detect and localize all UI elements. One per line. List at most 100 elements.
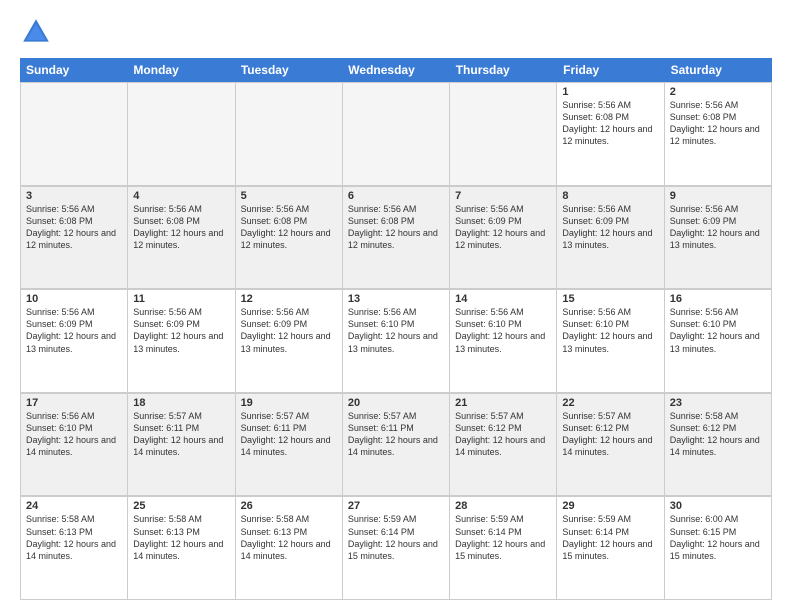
day-info: Sunrise: 5:56 AM Sunset: 6:10 PM Dayligh… [348,306,444,355]
calendar-cell: 7Sunrise: 5:56 AM Sunset: 6:09 PM Daylig… [450,187,557,290]
day-info: Sunrise: 5:56 AM Sunset: 6:08 PM Dayligh… [562,99,658,148]
day-info: Sunrise: 5:56 AM Sunset: 6:10 PM Dayligh… [670,306,766,355]
day-info: Sunrise: 5:57 AM Sunset: 6:11 PM Dayligh… [348,410,444,459]
day-number: 13 [348,293,444,305]
day-number: 28 [455,500,551,512]
day-info: Sunrise: 5:56 AM Sunset: 6:09 PM Dayligh… [670,203,766,252]
calendar-cell: 12Sunrise: 5:56 AM Sunset: 6:09 PM Dayli… [236,290,343,393]
day-number: 12 [241,293,337,305]
calendar-cell: 21Sunrise: 5:57 AM Sunset: 6:12 PM Dayli… [450,394,557,497]
day-info: Sunrise: 5:58 AM Sunset: 6:13 PM Dayligh… [241,513,337,562]
day-info: Sunrise: 5:59 AM Sunset: 6:14 PM Dayligh… [562,513,658,562]
calendar-cell: 30Sunrise: 6:00 AM Sunset: 6:15 PM Dayli… [665,497,772,600]
calendar-row: 1Sunrise: 5:56 AM Sunset: 6:08 PM Daylig… [20,82,772,186]
day-info: Sunrise: 5:56 AM Sunset: 6:08 PM Dayligh… [670,99,766,148]
calendar-cell: 13Sunrise: 5:56 AM Sunset: 6:10 PM Dayli… [343,290,450,393]
calendar-cell [343,83,450,186]
day-number: 15 [562,293,658,305]
day-number: 17 [26,397,122,409]
day-number: 1 [562,86,658,98]
day-info: Sunrise: 5:56 AM Sunset: 6:08 PM Dayligh… [133,203,229,252]
calendar-cell: 26Sunrise: 5:58 AM Sunset: 6:13 PM Dayli… [236,497,343,600]
day-info: Sunrise: 5:56 AM Sunset: 6:09 PM Dayligh… [562,203,658,252]
day-number: 14 [455,293,551,305]
day-number: 3 [26,190,122,202]
logo-icon [20,16,52,48]
day-info: Sunrise: 5:58 AM Sunset: 6:12 PM Dayligh… [670,410,766,459]
day-number: 2 [670,86,766,98]
day-number: 19 [241,397,337,409]
calendar-cell: 17Sunrise: 5:56 AM Sunset: 6:10 PM Dayli… [21,394,128,497]
day-number: 21 [455,397,551,409]
day-number: 10 [26,293,122,305]
calendar-cell: 4Sunrise: 5:56 AM Sunset: 6:08 PM Daylig… [128,187,235,290]
calendar-cell: 18Sunrise: 5:57 AM Sunset: 6:11 PM Dayli… [128,394,235,497]
day-info: Sunrise: 5:59 AM Sunset: 6:14 PM Dayligh… [348,513,444,562]
day-number: 8 [562,190,658,202]
calendar-cell: 1Sunrise: 5:56 AM Sunset: 6:08 PM Daylig… [557,83,664,186]
day-info: Sunrise: 5:57 AM Sunset: 6:11 PM Dayligh… [241,410,337,459]
calendar-row: 17Sunrise: 5:56 AM Sunset: 6:10 PM Dayli… [20,393,772,497]
calendar-row: 24 Sunrise: 5:58 AM Sunset: 6:13 PM Dayli… [20,496,772,600]
calendar: SundayMondayTuesdayWednesdayThursdayFrid… [20,58,772,600]
calendar-header: SundayMondayTuesdayWednesdayThursdayFrid… [20,58,772,82]
calendar-row: 10Sunrise: 5:56 AM Sunset: 6:09 PM Dayli… [20,289,772,393]
page: SundayMondayTuesdayWednesdayThursdayFrid… [0,0,792,612]
day-number: 20 [348,397,444,409]
header-day: Wednesday [342,58,449,82]
calendar-cell [450,83,557,186]
calendar-cell: 6Sunrise: 5:56 AM Sunset: 6:08 PM Daylig… [343,187,450,290]
header-day: Sunday [20,58,127,82]
calendar-cell: 25Sunrise: 5:58 AM Sunset: 6:13 PM Dayli… [128,497,235,600]
calendar-cell: 15Sunrise: 5:56 AM Sunset: 6:10 PM Dayli… [557,290,664,393]
calendar-cell: 14Sunrise: 5:56 AM Sunset: 6:10 PM Dayli… [450,290,557,393]
day-number: 6 [348,190,444,202]
calendar-body: 1Sunrise: 5:56 AM Sunset: 6:08 PM Daylig… [20,82,772,600]
day-info: Sunrise: 5:56 AM Sunset: 6:10 PM Dayligh… [26,410,122,459]
calendar-cell: 10Sunrise: 5:56 AM Sunset: 6:09 PM Dayli… [21,290,128,393]
calendar-cell: 16Sunrise: 5:56 AM Sunset: 6:10 PM Dayli… [665,290,772,393]
day-number: 24 [26,500,122,512]
day-info: Sunrise: 5:56 AM Sunset: 6:08 PM Dayligh… [26,203,122,252]
day-info: Sunrise: 5:56 AM Sunset: 6:09 PM Dayligh… [241,306,337,355]
day-info: Sunrise: 5:56 AM Sunset: 6:09 PM Dayligh… [455,203,551,252]
day-info: Sunrise: 5:56 AM Sunset: 6:09 PM Dayligh… [26,306,122,355]
calendar-cell: 28Sunrise: 5:59 AM Sunset: 6:14 PM Dayli… [450,497,557,600]
calendar-cell: 5Sunrise: 5:56 AM Sunset: 6:08 PM Daylig… [236,187,343,290]
calendar-cell [21,83,128,186]
day-info: Sunrise: 5:56 AM Sunset: 6:10 PM Dayligh… [562,306,658,355]
header-day: Friday [557,58,664,82]
day-number: 26 [241,500,337,512]
header-day: Thursday [450,58,557,82]
day-number: 25 [133,500,229,512]
day-info: Sunrise: 5:59 AM Sunset: 6:14 PM Dayligh… [455,513,551,562]
calendar-cell: 24Sunrise: 5:58 AM Sunset: 6:13 PM Dayli… [21,497,128,600]
day-info: Sunrise: 5:57 AM Sunset: 6:11 PM Dayligh… [133,410,229,459]
day-number: 16 [670,293,766,305]
calendar-cell: 20Sunrise: 5:57 AM Sunset: 6:11 PM Dayli… [343,394,450,497]
day-info: Sunrise: 5:57 AM Sunset: 6:12 PM Dayligh… [562,410,658,459]
header [20,16,772,48]
logo [20,16,56,48]
day-number: 9 [670,190,766,202]
day-number: 30 [670,500,766,512]
calendar-cell: 19Sunrise: 5:57 AM Sunset: 6:11 PM Dayli… [236,394,343,497]
day-number: 5 [241,190,337,202]
header-day: Monday [127,58,234,82]
header-day: Saturday [665,58,772,82]
day-number: 7 [455,190,551,202]
day-number: 18 [133,397,229,409]
day-info: Sunrise: 5:56 AM Sunset: 6:08 PM Dayligh… [241,203,337,252]
calendar-cell: 23Sunrise: 5:58 AM Sunset: 6:12 PM Dayli… [665,394,772,497]
day-info: Sunrise: 6:00 AM Sunset: 6:15 PM Dayligh… [670,513,766,562]
calendar-cell: 3Sunrise: 5:56 AM Sunset: 6:08 PM Daylig… [21,187,128,290]
calendar-cell [236,83,343,186]
calendar-cell: 9Sunrise: 5:56 AM Sunset: 6:09 PM Daylig… [665,187,772,290]
day-number: 23 [670,397,766,409]
calendar-row: 3Sunrise: 5:56 AM Sunset: 6:08 PM Daylig… [20,186,772,290]
calendar-cell: 22Sunrise: 5:57 AM Sunset: 6:12 PM Dayli… [557,394,664,497]
header-day: Tuesday [235,58,342,82]
day-info: Sunrise: 5:56 AM Sunset: 6:09 PM Dayligh… [133,306,229,355]
day-info: Sunrise: 5:56 AM Sunset: 6:10 PM Dayligh… [455,306,551,355]
calendar-cell: 27Sunrise: 5:59 AM Sunset: 6:14 PM Dayli… [343,497,450,600]
